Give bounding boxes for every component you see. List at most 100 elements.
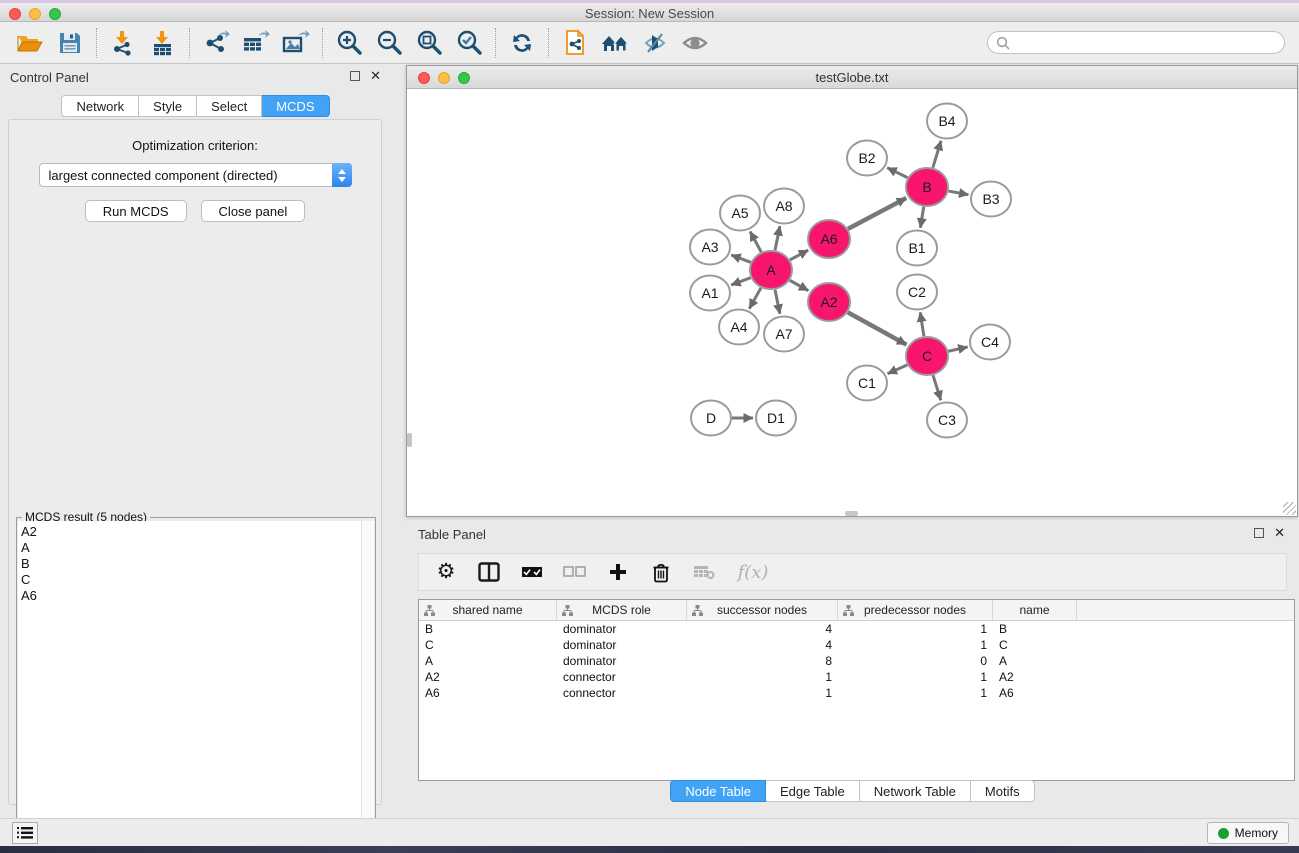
tab-style[interactable]: Style: [139, 95, 197, 117]
column-header[interactable]: shared name: [419, 600, 557, 620]
export-table-button[interactable]: [236, 25, 276, 61]
add-column-button[interactable]: [605, 559, 631, 585]
delete-columns-button[interactable]: [648, 559, 674, 585]
edge-C-C2[interactable]: [920, 312, 924, 336]
table-cell[interactable]: A6: [993, 685, 1077, 701]
mcds-result-list[interactable]: A2ABCA6: [18, 521, 362, 853]
table-cell[interactable]: C: [419, 637, 557, 653]
table-cell[interactable]: A: [993, 653, 1077, 669]
result-item[interactable]: A6: [21, 588, 361, 604]
table-cell[interactable]: connector: [557, 669, 687, 685]
table-row[interactable]: Bdominator41B: [419, 621, 1294, 637]
edge-B-B3[interactable]: [949, 191, 969, 195]
table-row[interactable]: A6connector11A6: [419, 685, 1294, 701]
table-cell[interactable]: 1: [838, 621, 993, 637]
edge-A-A4[interactable]: [749, 288, 761, 309]
select-all-columns-button[interactable]: [519, 559, 545, 585]
result-item[interactable]: B: [21, 556, 361, 572]
edge-B-B4[interactable]: [933, 141, 941, 168]
table-cell[interactable]: 1: [838, 685, 993, 701]
table-cell[interactable]: B: [993, 621, 1077, 637]
refresh-button[interactable]: [502, 25, 542, 61]
table-cell[interactable]: 4: [687, 637, 838, 653]
network-window-titlebar[interactable]: testGlobe.txt: [407, 66, 1297, 89]
table-cell[interactable]: 1: [838, 669, 993, 685]
task-history-button[interactable]: [12, 822, 38, 844]
table-row[interactable]: Adominator80A: [419, 653, 1294, 669]
open-session-button[interactable]: [10, 25, 50, 61]
edge-C-C3[interactable]: [933, 375, 941, 400]
function-builder-button[interactable]: f(x): [734, 559, 772, 585]
edge-A-A8[interactable]: [775, 226, 780, 250]
close-panel-icon[interactable]: ✕: [370, 71, 381, 81]
tab-network-table[interactable]: Network Table: [860, 780, 971, 802]
tab-select[interactable]: Select: [197, 95, 262, 117]
table-cell[interactable]: 4: [687, 621, 838, 637]
network-from-file-button[interactable]: [555, 25, 595, 61]
resize-grip[interactable]: [1283, 502, 1296, 515]
float-panel-icon[interactable]: [350, 71, 360, 81]
table-cell[interactable]: 8: [687, 653, 838, 669]
node-table[interactable]: shared nameMCDS rolesuccessor nodesprede…: [418, 599, 1295, 781]
hide-graphics-details-button[interactable]: [635, 25, 675, 61]
edge-B-B2[interactable]: [887, 168, 907, 178]
column-header[interactable]: MCDS role: [557, 600, 687, 620]
table-options-button[interactable]: ⚙: [433, 559, 459, 585]
table-cell[interactable]: 1: [687, 669, 838, 685]
table-row[interactable]: Cdominator41C: [419, 637, 1294, 653]
search-field[interactable]: [987, 31, 1285, 54]
zoom-selected-button[interactable]: [449, 25, 489, 61]
run-mcds-button[interactable]: Run MCDS: [85, 200, 187, 222]
tab-motifs[interactable]: Motifs: [971, 780, 1035, 802]
table-cell[interactable]: 0: [838, 653, 993, 669]
column-header[interactable]: successor nodes: [687, 600, 838, 620]
home-button[interactable]: [595, 25, 635, 61]
edge-C-C1[interactable]: [888, 365, 908, 374]
table-row[interactable]: A2connector11A2: [419, 669, 1294, 685]
table-cell[interactable]: 1: [687, 685, 838, 701]
network-canvas[interactable]: B4B2BB3A8A5A6A3B1AA1C2A2A4A7C4CC1DD1C3: [407, 89, 1297, 516]
result-scrollbar[interactable]: [361, 521, 374, 853]
import-table-button[interactable]: [143, 25, 183, 61]
table-cell[interactable]: A2: [419, 669, 557, 685]
edge-A-A6[interactable]: [790, 250, 808, 260]
column-header[interactable]: predecessor nodes: [838, 600, 993, 620]
tab-network[interactable]: Network: [61, 95, 139, 117]
edge-A6-B[interactable]: [848, 198, 906, 229]
edge-A-A2[interactable]: [790, 280, 809, 290]
edge-A-A1[interactable]: [731, 278, 751, 285]
show-graphics-details-button[interactable]: [675, 25, 715, 61]
network-graph[interactable]: B4B2BB3A8A5A6A3B1AA1C2A2A4A7C4CC1DD1C3: [407, 89, 1297, 516]
edge-A2-C[interactable]: [848, 312, 907, 344]
zoom-in-button[interactable]: [329, 25, 369, 61]
split-view-button[interactable]: [476, 559, 502, 585]
result-item[interactable]: A: [21, 540, 361, 556]
result-item[interactable]: A2: [21, 524, 361, 540]
zoom-out-button[interactable]: [369, 25, 409, 61]
table-cell[interactable]: A: [419, 653, 557, 669]
table-cell[interactable]: dominator: [557, 653, 687, 669]
column-header[interactable]: name: [993, 600, 1077, 620]
result-item[interactable]: C: [21, 572, 361, 588]
table-cell[interactable]: dominator: [557, 637, 687, 653]
close-panel-button[interactable]: Close panel: [201, 200, 306, 222]
table-cell[interactable]: A2: [993, 669, 1077, 685]
export-network-button[interactable]: [196, 25, 236, 61]
import-network-button[interactable]: [103, 25, 143, 61]
edge-C-C4[interactable]: [948, 347, 967, 351]
tab-edge-table[interactable]: Edge Table: [766, 780, 860, 802]
save-session-button[interactable]: [50, 25, 90, 61]
edge-A-A5[interactable]: [750, 231, 761, 252]
zoom-fit-button[interactable]: [409, 25, 449, 61]
float-table-panel-icon[interactable]: [1254, 528, 1264, 538]
export-image-button[interactable]: [276, 25, 316, 61]
unselect-all-columns-button[interactable]: [562, 559, 588, 585]
close-table-panel-icon[interactable]: ✕: [1274, 528, 1285, 538]
criterion-dropdown[interactable]: largest connected component (directed): [39, 163, 352, 187]
edge-A-A7[interactable]: [775, 290, 780, 314]
memory-button[interactable]: Memory: [1207, 822, 1289, 844]
network-vscroll-thumb[interactable]: [407, 433, 412, 447]
table-cell[interactable]: dominator: [557, 621, 687, 637]
tab-node-table[interactable]: Node Table: [670, 780, 766, 802]
network-hscroll-thumb[interactable]: [845, 511, 858, 516]
